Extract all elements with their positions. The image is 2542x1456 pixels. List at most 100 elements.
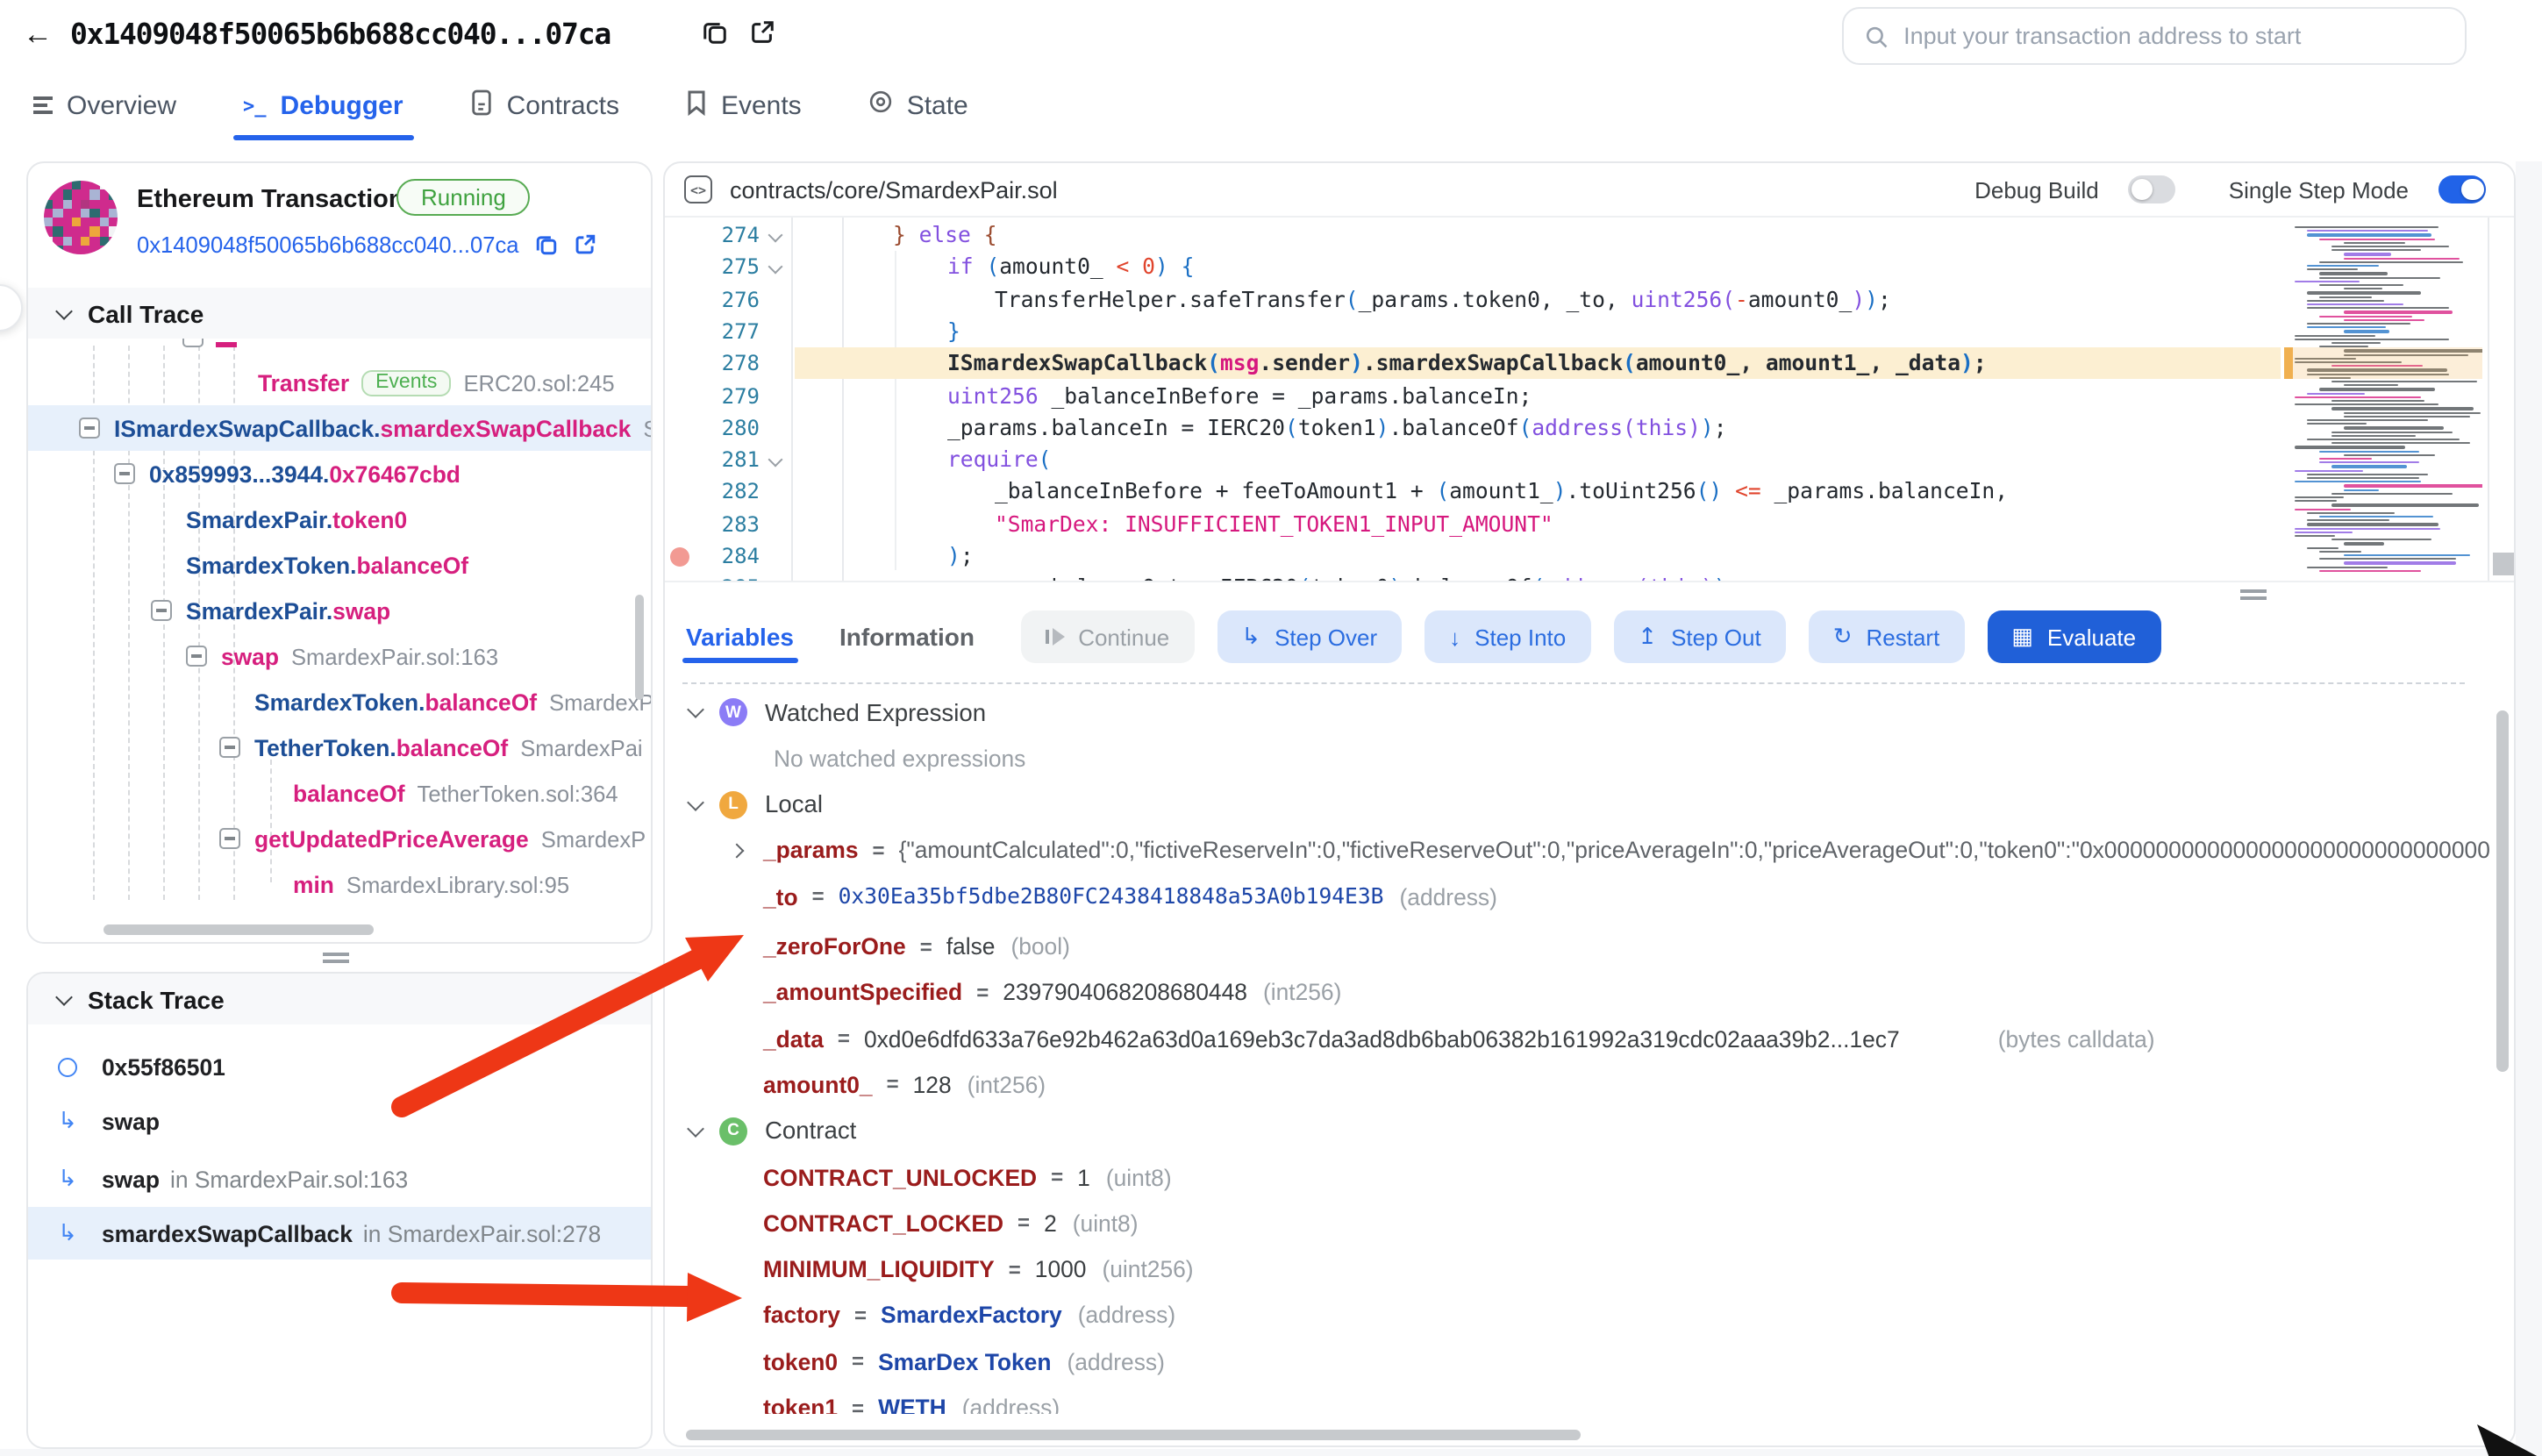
- stack-frame[interactable]: ↳swap: [28, 1095, 651, 1147]
- variable-section-watched-expression[interactable]: WWatched Expression: [665, 689, 2489, 735]
- code-line[interactable]: 275if (amount0_ < 0) {: [665, 252, 2514, 284]
- code-line[interactable]: 274} else {: [665, 219, 2514, 252]
- code-line[interactable]: 281require(: [665, 444, 2514, 476]
- collapse-box[interactable]: [219, 828, 240, 849]
- edge-floating-button[interactable]: [0, 284, 23, 332]
- evaluate-button[interactable]: ▦Evaluate: [1987, 610, 2160, 663]
- variable-row[interactable]: factory=SmardexFactory(address): [665, 1293, 2489, 1338]
- variable-section-contract[interactable]: CContract: [665, 1108, 2489, 1153]
- line-number[interactable]: 276: [665, 283, 760, 316]
- step-over-button[interactable]: ↳Step Over: [1217, 610, 1402, 663]
- single-step-mode-toggle[interactable]: [2438, 176, 2486, 203]
- stack-frame[interactable]: ↳smardexSwapCallbackin SmardexPair.sol:2…: [28, 1207, 651, 1260]
- line-number[interactable]: 274: [665, 219, 760, 252]
- debug-build-toggle[interactable]: [2129, 176, 2176, 203]
- collapse-box[interactable]: [151, 600, 172, 621]
- step-out-button[interactable]: ↥Step Out: [1613, 610, 1785, 663]
- call-trace-row[interactable]: SmardexPair.token0: [28, 496, 651, 542]
- tab-information[interactable]: Information: [836, 623, 978, 651]
- code-line[interactable]: 285_params.balanceOut = IERC20(token0).b…: [665, 573, 2514, 582]
- transaction-address[interactable]: 0x1409048f50065b6b688cc040...07ca: [137, 232, 519, 258]
- panel-resize-handle[interactable]: [323, 953, 349, 965]
- tab-debugger[interactable]: >_Debugger: [222, 74, 425, 137]
- call-trace-row[interactable]: SmardexPair.swap: [28, 588, 651, 633]
- variable-row[interactable]: amount0_=128(int256): [665, 1062, 2489, 1108]
- variable-row[interactable]: MINIMUM_LIQUIDITY=1000(uint256): [665, 1246, 2489, 1292]
- breakpoint-icon[interactable]: [670, 546, 689, 566]
- line-number[interactable]: 280: [665, 412, 760, 445]
- tab-contracts[interactable]: Contracts: [449, 74, 640, 137]
- code-resize-handle[interactable]: [2240, 589, 2267, 602]
- minimap[interactable]: [2284, 226, 2482, 574]
- code-line[interactable]: 283"SmarDex: INSUFFICIENT_TOKEN1_INPUT_A…: [665, 508, 2514, 540]
- fold-chevron-icon[interactable]: [768, 260, 783, 275]
- line-number[interactable]: 275: [665, 252, 760, 284]
- fold-chevron-icon[interactable]: [768, 453, 783, 467]
- tab-overview[interactable]: Overview: [12, 74, 197, 137]
- variable-row[interactable]: CONTRACT_UNLOCKED=1(uint8): [665, 1154, 2489, 1200]
- line-number[interactable]: 283: [665, 508, 760, 540]
- back-arrow-icon[interactable]: ←: [23, 18, 53, 53]
- fold-chevron-icon[interactable]: [768, 228, 783, 243]
- collapse-box[interactable]: [186, 646, 207, 667]
- tab-events[interactable]: Events: [665, 74, 823, 137]
- call-trace-row[interactable]: ISmardexSwapCallback.smardexSwapCallback…: [28, 405, 651, 451]
- variables-vertical-scrollbar[interactable]: [2496, 710, 2509, 1072]
- collapse-box[interactable]: [219, 737, 240, 758]
- stack-frame[interactable]: 0x55f86501: [28, 1040, 651, 1093]
- call-trace-row[interactable]: SmardexToken.balanceOf: [28, 542, 651, 588]
- variable-row[interactable]: _amountSpecified=2397904068208680448(int…: [665, 970, 2489, 1016]
- line-number[interactable]: 282: [665, 476, 760, 509]
- code-line[interactable]: 276TransferHelper.safeTransfer(_params.t…: [665, 283, 2514, 316]
- code-line[interactable]: 282_balanceInBefore + feeToAmount1 + (am…: [665, 476, 2514, 509]
- line-number[interactable]: 279: [665, 380, 760, 412]
- line-number[interactable]: 285: [665, 573, 760, 582]
- copy-icon[interactable]: [535, 233, 558, 256]
- copy-icon[interactable]: [702, 19, 728, 46]
- code-line[interactable]: 284);: [665, 540, 2514, 573]
- stack-frame[interactable]: ↳swapin SmardexPair.sol:163: [28, 1153, 651, 1205]
- line-number[interactable]: 277: [665, 316, 760, 348]
- call-trace-row[interactable]: minSmardexLibrary.sol:95: [28, 861, 651, 907]
- transaction-address-link[interactable]: 0x1409048f50065b6b688cc040...07ca: [137, 232, 596, 258]
- line-number[interactable]: 281: [665, 444, 760, 476]
- chevron-right-icon[interactable]: [730, 843, 745, 858]
- code-line[interactable]: 278ISmardexSwapCallback(msg.sender).smar…: [665, 347, 2514, 380]
- external-link-icon[interactable]: [749, 19, 775, 46]
- call-trace-row[interactable]: balanceOfTetherToken.sol:364: [28, 770, 651, 816]
- variable-row[interactable]: CONTRACT_LOCKED=2(uint8): [665, 1201, 2489, 1246]
- code-editor[interactable]: 274} else {275if (amount0_ < 0) {276Tran…: [665, 218, 2514, 582]
- line-number[interactable]: 278: [665, 347, 760, 380]
- variable-row[interactable]: _to=0x30Ea35bf5dbe2B80FC2438418848a53A0b…: [665, 874, 2489, 919]
- code-line[interactable]: 279uint256 _balanceInBefore = _params.ba…: [665, 380, 2514, 412]
- call-trace-row[interactable]: getUpdatedPriceAverageSmardexP: [28, 816, 651, 861]
- tab-state[interactable]: State: [847, 74, 989, 137]
- variable-row[interactable]: _data=0xd0e6dfd633a76e92b462a63d0a169eb3…: [665, 1016, 2489, 1061]
- editor-scrollbar-thumb[interactable]: [2492, 553, 2513, 575]
- editor-vertical-scrollbar[interactable]: [2488, 218, 2514, 582]
- call-trace-row[interactable]: SmardexToken.balanceOfSmardexP: [28, 679, 651, 724]
- call-trace-row[interactable]: TetherToken.balanceOfSmardexPai: [28, 724, 651, 770]
- collapse-box[interactable]: [114, 463, 135, 484]
- call-trace-row[interactable]: 0x859993...3944.0x76467cbd: [28, 451, 651, 496]
- step-into-button[interactable]: ↓Step Into: [1425, 610, 1590, 663]
- variable-row[interactable]: token0=SmarDex Token(address): [665, 1338, 2489, 1384]
- call-trace-vertical-scrollbar[interactable]: [635, 595, 644, 700]
- variable-section-local[interactable]: LLocal: [665, 782, 2489, 827]
- call-trace-header[interactable]: Call Trace: [28, 288, 651, 339]
- collapse-box[interactable]: [79, 418, 100, 439]
- call-trace-horizontal-scrollbar[interactable]: [104, 924, 374, 935]
- stack-trace-header[interactable]: Stack Trace: [28, 974, 651, 1024]
- call-trace-row[interactable]: TransferEventsERC20.sol:245: [28, 360, 651, 405]
- tab-variables[interactable]: Variables: [682, 623, 797, 651]
- variable-row[interactable]: token1=WETH(address): [665, 1385, 2489, 1414]
- code-line[interactable]: 280_params.balanceIn = IERC20(token1).ba…: [665, 412, 2514, 445]
- variable-row[interactable]: _params={"amountCalculated":0,"fictiveRe…: [665, 828, 2489, 874]
- variables-horizontal-scrollbar[interactable]: [686, 1430, 1581, 1440]
- search-input[interactable]: [1903, 23, 2444, 49]
- code-line[interactable]: 277}: [665, 316, 2514, 348]
- variable-row[interactable]: _zeroForOne=false(bool): [665, 924, 2489, 969]
- call-trace-row[interactable]: swapSmardexPair.sol:163: [28, 633, 651, 679]
- external-link-icon[interactable]: [574, 233, 596, 256]
- restart-button[interactable]: ↻Restart: [1809, 610, 1965, 663]
